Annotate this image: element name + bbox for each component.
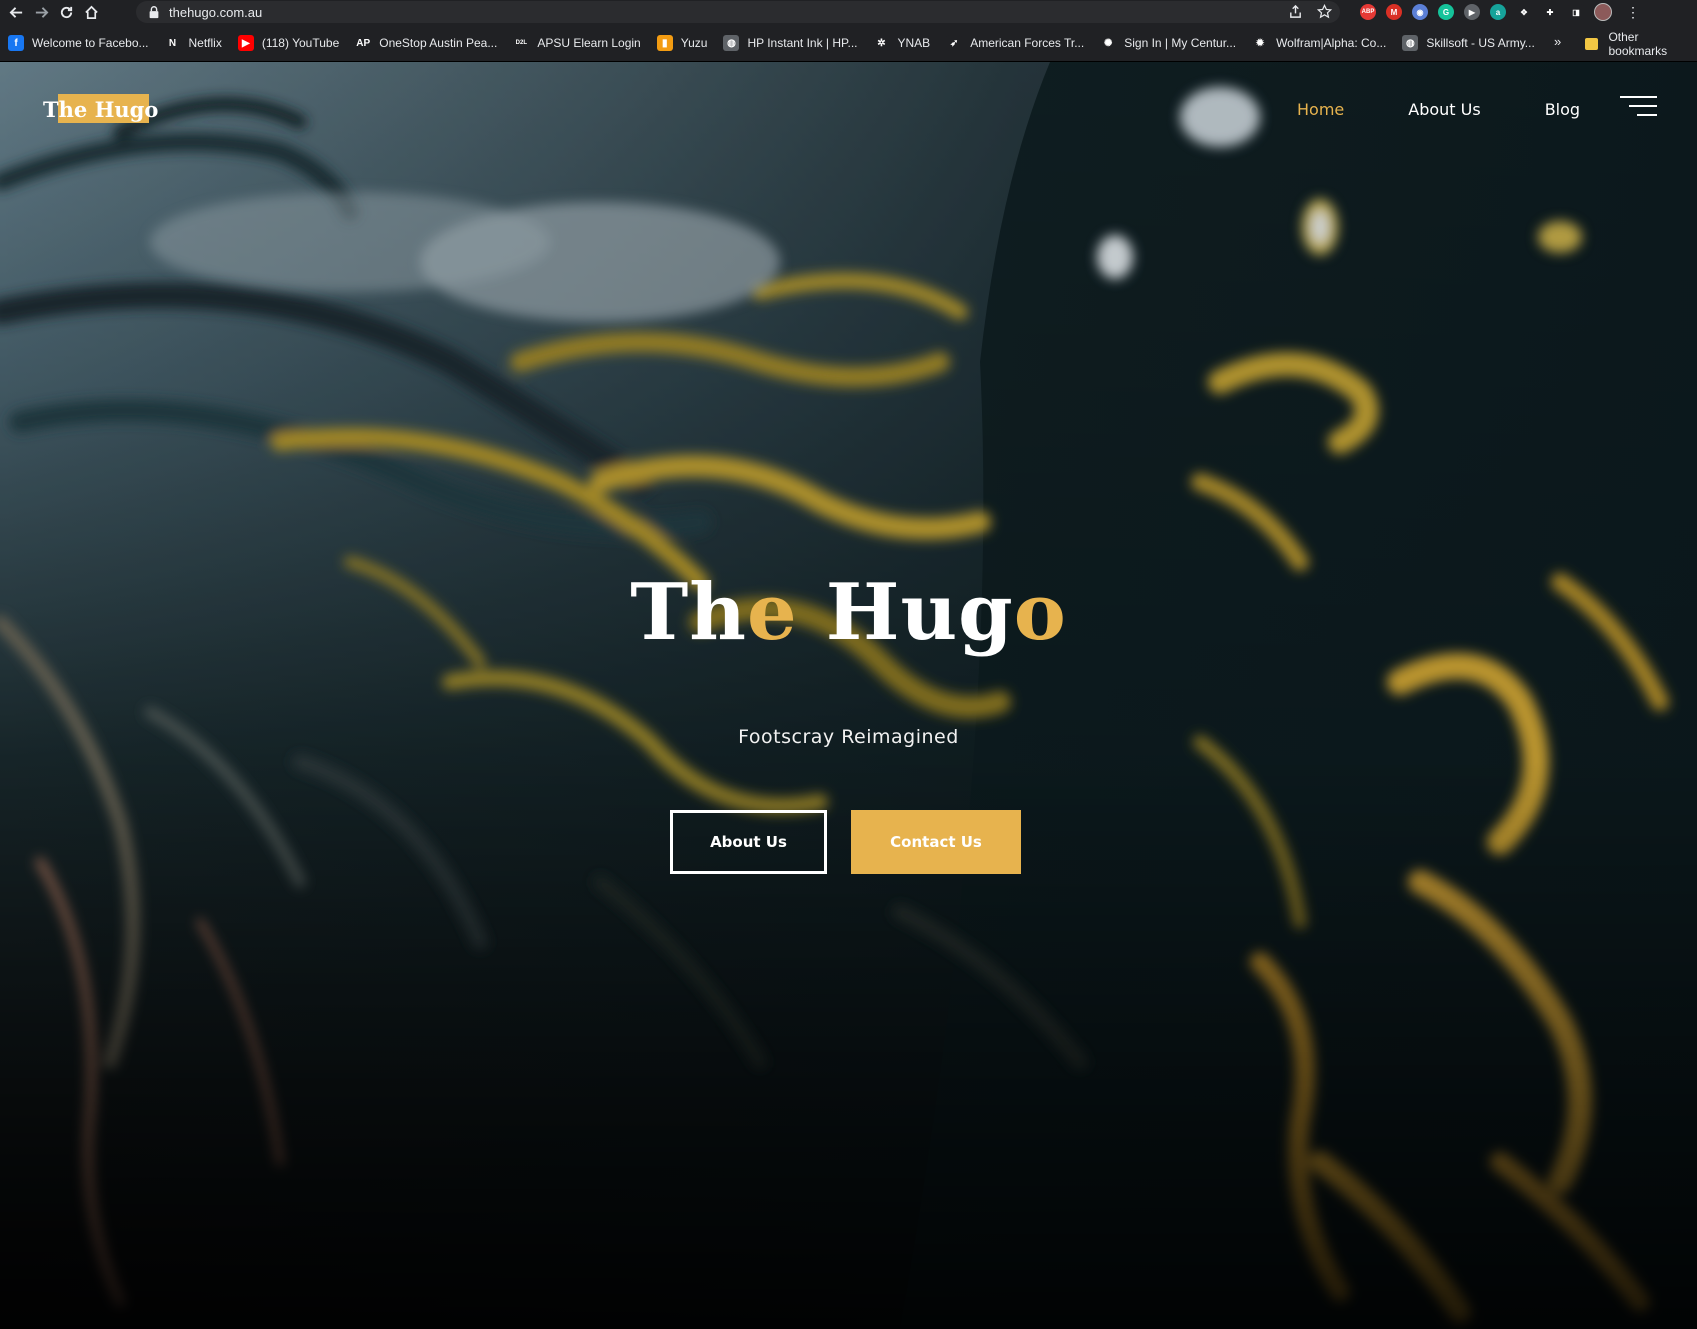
bookmark-item[interactable]: ◍ Skillsoft - US Army... xyxy=(1402,30,1540,56)
ynab-icon: ✲ xyxy=(873,35,890,51)
hero-title-accent: o xyxy=(1013,567,1067,658)
arrow-left-icon xyxy=(9,7,23,18)
bookmark-label: HP Instant Ink | HP... xyxy=(747,36,858,50)
hero-section: The Hugo Home About Us Blog The Hugo Foots… xyxy=(0,62,1697,1329)
menu-toggle-button[interactable] xyxy=(1620,96,1657,122)
bookmark-label: Welcome to Facebo... xyxy=(32,36,149,50)
reload-button[interactable] xyxy=(54,0,79,25)
youtube-icon: ▶ xyxy=(237,35,254,51)
bookmark-item[interactable]: AP OneStop Austin Pea... xyxy=(355,30,503,56)
century-icon: ✺ xyxy=(1100,35,1117,51)
wolfram-icon: ✹ xyxy=(1252,35,1269,51)
bookmark-item[interactable]: ✲ YNAB xyxy=(873,30,937,56)
sidepanel-icon[interactable]: ◨ xyxy=(1568,4,1584,20)
bookmark-label: Yuzu xyxy=(680,36,708,50)
bookmark-item[interactable]: ✺ Sign In | My Centur... xyxy=(1100,30,1242,56)
main-nav: Home About Us Blog xyxy=(1297,100,1644,119)
gmail-icon[interactable]: M xyxy=(1386,4,1402,20)
bookmark-label: APSU Elearn Login xyxy=(537,36,641,50)
bookmark-label: Wolfram|Alpha: Co... xyxy=(1276,36,1387,50)
bookmark-item[interactable]: N Netflix xyxy=(164,30,228,56)
bookmark-label: American Forces Tr... xyxy=(970,36,1085,50)
bookmarks-bar: f Welcome to Facebo... N Netflix ▶ (118) YouT… xyxy=(0,25,1697,62)
bookmark-item[interactable]: D2L APSU Elearn Login xyxy=(513,30,646,56)
bookmark-item[interactable]: ➶ American Forces Tr... xyxy=(946,30,1090,56)
bookmark-label: (118) YouTube xyxy=(261,36,340,50)
site-logo[interactable]: The Hugo xyxy=(40,94,161,124)
folder-icon xyxy=(1585,38,1599,50)
about-us-button[interactable]: About Us xyxy=(670,810,827,874)
contact-us-button[interactable]: Contact Us xyxy=(851,810,1021,874)
bookmark-label: Skillsoft - US Army... xyxy=(1426,36,1535,50)
d2l-icon: D2L xyxy=(513,35,530,51)
nav-link-about-us[interactable]: About Us xyxy=(1408,100,1480,119)
onestop-icon: AP xyxy=(355,35,372,51)
logo-text: The Hugo xyxy=(43,96,159,122)
address-bar[interactable]: thehugo.com.au xyxy=(136,1,1340,23)
bookmark-item[interactable]: ▮ Yuzu xyxy=(656,30,714,56)
other-bookmarks-folder[interactable]: Other bookmarks xyxy=(1585,30,1697,58)
arrow-right-icon xyxy=(35,7,49,18)
home-button[interactable] xyxy=(79,0,104,25)
facebook-icon: f xyxy=(8,35,24,51)
hero-title-part: Hug xyxy=(797,567,1014,658)
star-icon[interactable] xyxy=(1317,4,1332,19)
lock-icon xyxy=(149,6,159,19)
hamburger-line xyxy=(1620,96,1657,98)
bookmark-item[interactable]: f Welcome to Facebo... xyxy=(8,30,155,56)
profile-avatar[interactable] xyxy=(1594,3,1612,21)
share-icon[interactable] xyxy=(1288,4,1303,19)
back-button[interactable] xyxy=(4,0,29,25)
bookmark-item[interactable]: ▶ (118) YouTube xyxy=(237,30,345,56)
home-icon xyxy=(85,5,98,19)
hero-background-painting xyxy=(0,62,1697,1329)
grammarly-icon[interactable]: G xyxy=(1438,4,1454,20)
reload-icon xyxy=(60,6,73,19)
hero-subtitle: Footscray Reimagined xyxy=(738,726,959,748)
hamburger-line xyxy=(1629,105,1657,107)
yuzu-icon: ▮ xyxy=(656,35,673,51)
url-text: thehugo.com.au xyxy=(169,4,263,20)
adblock-icon[interactable]: ABP xyxy=(1360,4,1376,20)
aft-icon: ➶ xyxy=(946,35,963,51)
bookmark-label: Sign In | My Centur... xyxy=(1124,36,1237,50)
extensions-bar: ABP M ◉ G ▶ a ✥ ✚ ◨ ⋮ xyxy=(1360,3,1640,21)
bookmark-label: YNAB xyxy=(897,36,931,50)
forward-button[interactable] xyxy=(29,0,54,25)
globe-icon: ◍ xyxy=(723,35,740,51)
hamburger-line xyxy=(1637,114,1657,116)
more-bookmarks-button[interactable]: » xyxy=(1554,34,1561,49)
bookmark-item[interactable]: ◍ HP Instant Ink | HP... xyxy=(723,30,863,56)
bookmark-label: OneStop Austin Pea... xyxy=(379,36,498,50)
globe-icon: ◍ xyxy=(1402,35,1419,51)
amazon-assistant-icon[interactable]: a xyxy=(1490,4,1506,20)
play-icon[interactable]: ▶ xyxy=(1464,4,1480,20)
hero-title-part: Th xyxy=(630,567,747,658)
browser-toolbar: thehugo.com.au ABP M ◉ G ▶ a ✥ ✚ ◨ ⋮ xyxy=(0,0,1697,25)
dropbox-icon[interactable]: ✥ xyxy=(1516,4,1532,20)
camera-icon[interactable]: ◉ xyxy=(1412,4,1428,20)
other-bookmarks-label: Other bookmarks xyxy=(1608,30,1668,58)
netflix-icon: N xyxy=(164,35,181,51)
browser-menu-icon[interactable]: ⋮ xyxy=(1626,5,1640,19)
puzzle-icon[interactable]: ✚ xyxy=(1542,4,1558,20)
nav-link-home[interactable]: Home xyxy=(1297,100,1344,119)
hero-title: The Hugo xyxy=(0,567,1697,658)
hero-title-accent: e xyxy=(746,567,798,658)
nav-link-blog[interactable]: Blog xyxy=(1545,100,1580,119)
bookmark-item[interactable]: ✹ Wolfram|Alpha: Co... xyxy=(1252,30,1392,56)
bookmark-label: Netflix xyxy=(188,36,222,50)
